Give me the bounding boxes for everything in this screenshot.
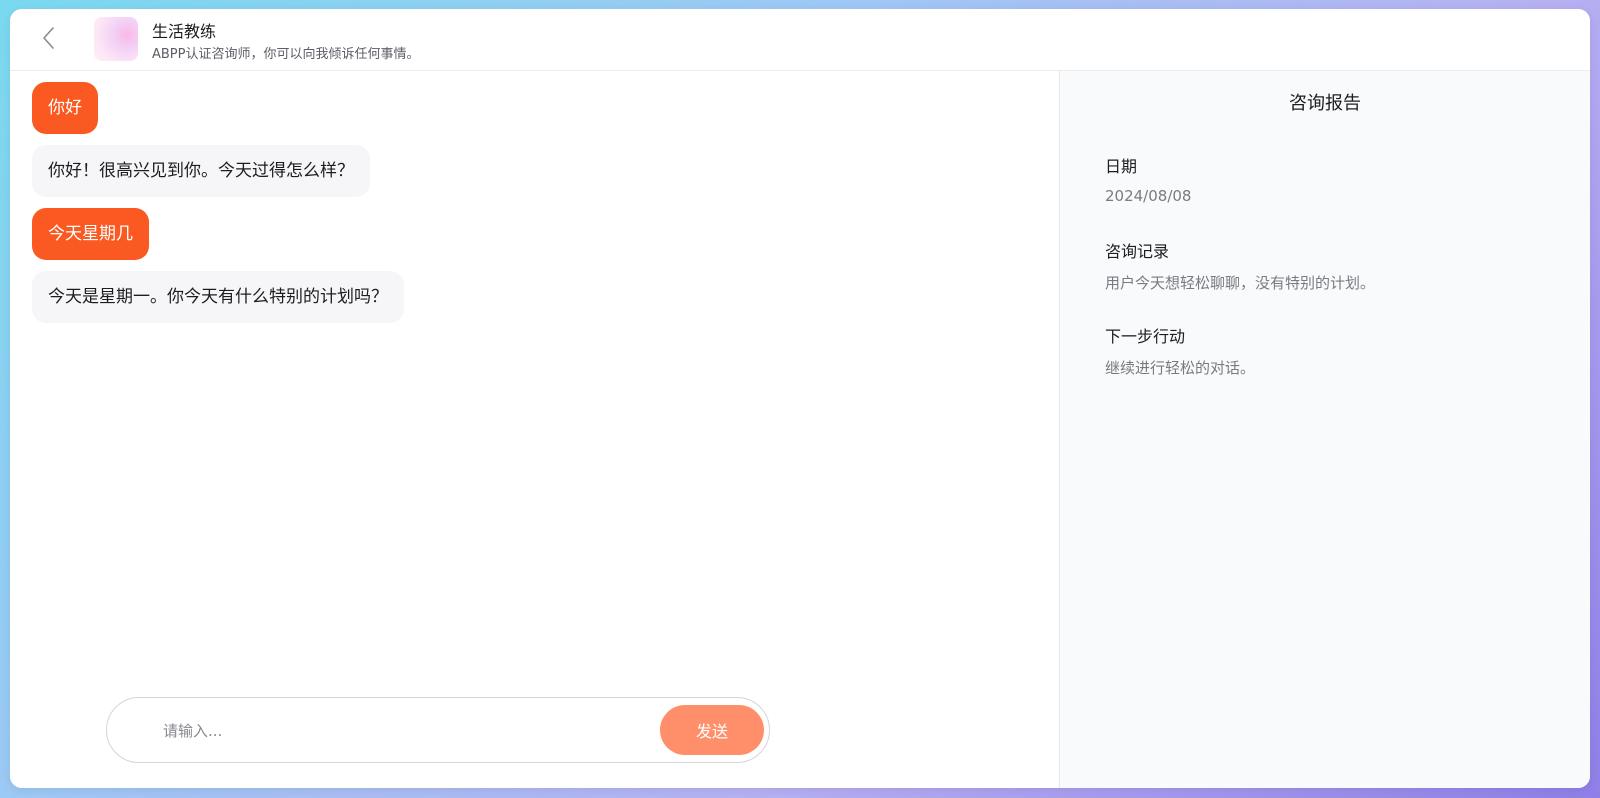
page-title: 生活教练 xyxy=(152,22,217,41)
app-window: 生活教练 ABPP认证咨询师，你可以向我倾诉任何事情。 你好 你好！很高兴见到你… xyxy=(10,9,1590,788)
report-section-next-action: 下一步行动 继续进行轻松的对话。 xyxy=(1105,323,1255,378)
chat-area: 你好 你好！很高兴见到你。今天过得怎么样？ 今天星期几 今天是星期一。你今天有什… xyxy=(10,71,1050,788)
page-subtitle: ABPP认证咨询师，你可以向我倾诉任何事情。 xyxy=(152,47,420,62)
user-message: 今天星期几 xyxy=(32,208,149,260)
report-value: 2024/08/08 xyxy=(1105,187,1192,205)
report-panel: 咨询报告 日期 2024/08/08 咨询记录 用户今天想轻松聊聊，没有特别的计… xyxy=(1059,71,1590,788)
report-value: 继续进行轻松的对话。 xyxy=(1105,359,1256,377)
chevron-left-icon xyxy=(43,27,54,49)
assistant-message: 今天是星期一。你今天有什么特别的计划吗？ xyxy=(32,271,404,323)
chat-header: 生活教练 ABPP认证咨询师，你可以向我倾诉任何事情。 xyxy=(10,9,1590,71)
user-message: 你好 xyxy=(32,82,98,134)
report-label: 咨询记录 xyxy=(1105,242,1170,261)
report-section-date: 日期 2024/08/08 xyxy=(1105,153,1191,205)
back-button[interactable] xyxy=(36,23,60,53)
message-composer: 发送 xyxy=(106,697,770,763)
report-value: 用户今天想轻松聊聊，没有特别的计划。 xyxy=(1105,274,1376,292)
message-input[interactable] xyxy=(163,710,643,752)
report-label: 日期 xyxy=(1105,157,1138,176)
report-label: 下一步行动 xyxy=(1105,327,1186,346)
avatar xyxy=(94,17,138,61)
report-section-record: 咨询记录 用户今天想轻松聊聊，没有特别的计划。 xyxy=(1105,238,1375,293)
assistant-message: 你好！很高兴见到你。今天过得怎么样？ xyxy=(32,145,370,197)
report-title: 咨询报告 xyxy=(1289,93,1361,114)
send-button[interactable]: 发送 xyxy=(660,705,764,755)
